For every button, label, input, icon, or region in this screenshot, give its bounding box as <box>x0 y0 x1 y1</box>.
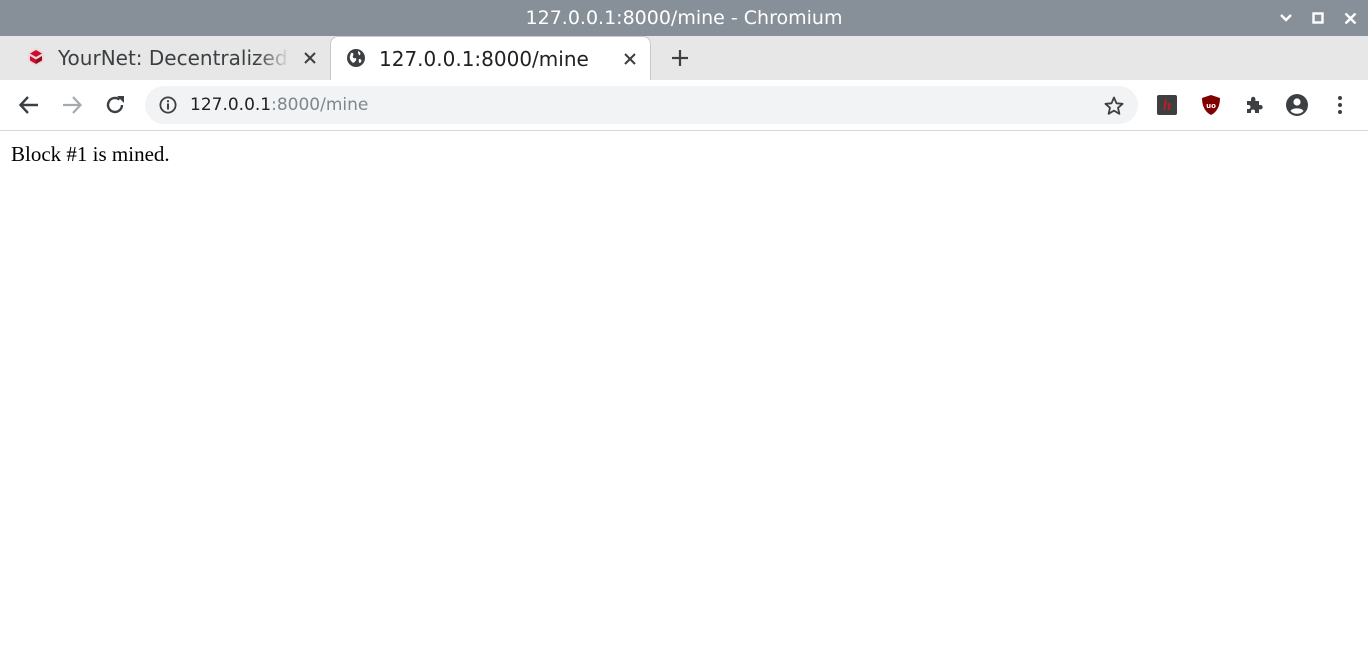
address-bar[interactable]: 127.0.0.1:8000/mine <box>145 86 1138 124</box>
close-icon <box>624 53 636 65</box>
ublock-origin-button[interactable]: uo <box>1199 93 1223 117</box>
maximize-button[interactable] <box>1306 6 1330 30</box>
tab-yournet[interactable]: YourNet: Decentralized co <box>14 36 330 80</box>
profile-icon <box>1286 94 1308 116</box>
profile-button[interactable] <box>1285 93 1309 117</box>
chevron-down-icon <box>1280 14 1292 22</box>
tab-label: YourNet: Decentralized co <box>58 46 290 70</box>
tab-strip: YourNet: Decentralized co 127.0.0.1:8000… <box>0 36 1368 81</box>
bookmark-star-icon[interactable] <box>1103 95 1125 117</box>
close-window-button[interactable] <box>1338 6 1362 30</box>
minimize-button[interactable] <box>1274 6 1298 30</box>
url-host: 127.0.0.1 <box>190 95 272 115</box>
globe-icon <box>346 48 366 68</box>
tab-close-button[interactable] <box>300 48 320 68</box>
close-icon <box>304 52 316 64</box>
page-content: Block #1 is mined. <box>0 131 1368 649</box>
browser-toolbar: 127.0.0.1:8000/mine h uo <box>0 80 1368 131</box>
mined-message: Block #1 is mined. <box>11 142 170 166</box>
window-titlebar: 127.0.0.1:8000/mine - Chromium <box>0 0 1368 36</box>
new-tab-button[interactable] <box>668 46 692 70</box>
tab-mine[interactable]: 127.0.0.1:8000/mine <box>330 36 651 81</box>
menu-icon <box>1338 96 1342 114</box>
window-title: 127.0.0.1:8000/mine - Chromium <box>525 7 843 29</box>
extensions-puzzle-icon <box>1247 96 1263 113</box>
extensions-button[interactable] <box>1242 93 1266 117</box>
svg-text:h: h <box>1163 98 1171 114</box>
back-button[interactable] <box>17 93 41 117</box>
url-path: :8000/mine <box>271 95 369 115</box>
tab-label: 127.0.0.1:8000/mine <box>379 47 589 71</box>
ublock-origin-icon: uo <box>1202 95 1220 115</box>
info-icon[interactable] <box>158 95 178 115</box>
arrow-left-icon <box>18 96 38 114</box>
reload-button[interactable] <box>103 93 127 117</box>
url-text: 127.0.0.1:8000/mine <box>190 86 368 124</box>
yournet-logo-icon <box>26 47 46 67</box>
arrow-right-icon <box>63 96 83 114</box>
square-icon <box>1312 12 1324 24</box>
reload-icon <box>106 96 124 114</box>
forward-button[interactable] <box>60 93 84 117</box>
tab-close-button[interactable] <box>620 49 640 69</box>
plus-icon <box>672 50 688 66</box>
hypothesis-extension-button[interactable]: h <box>1155 93 1179 117</box>
close-icon <box>1344 12 1356 24</box>
browser-menu-button[interactable] <box>1328 93 1352 117</box>
svg-text:uo: uo <box>1206 102 1216 110</box>
hypothesis-extension-icon: h <box>1157 95 1177 115</box>
